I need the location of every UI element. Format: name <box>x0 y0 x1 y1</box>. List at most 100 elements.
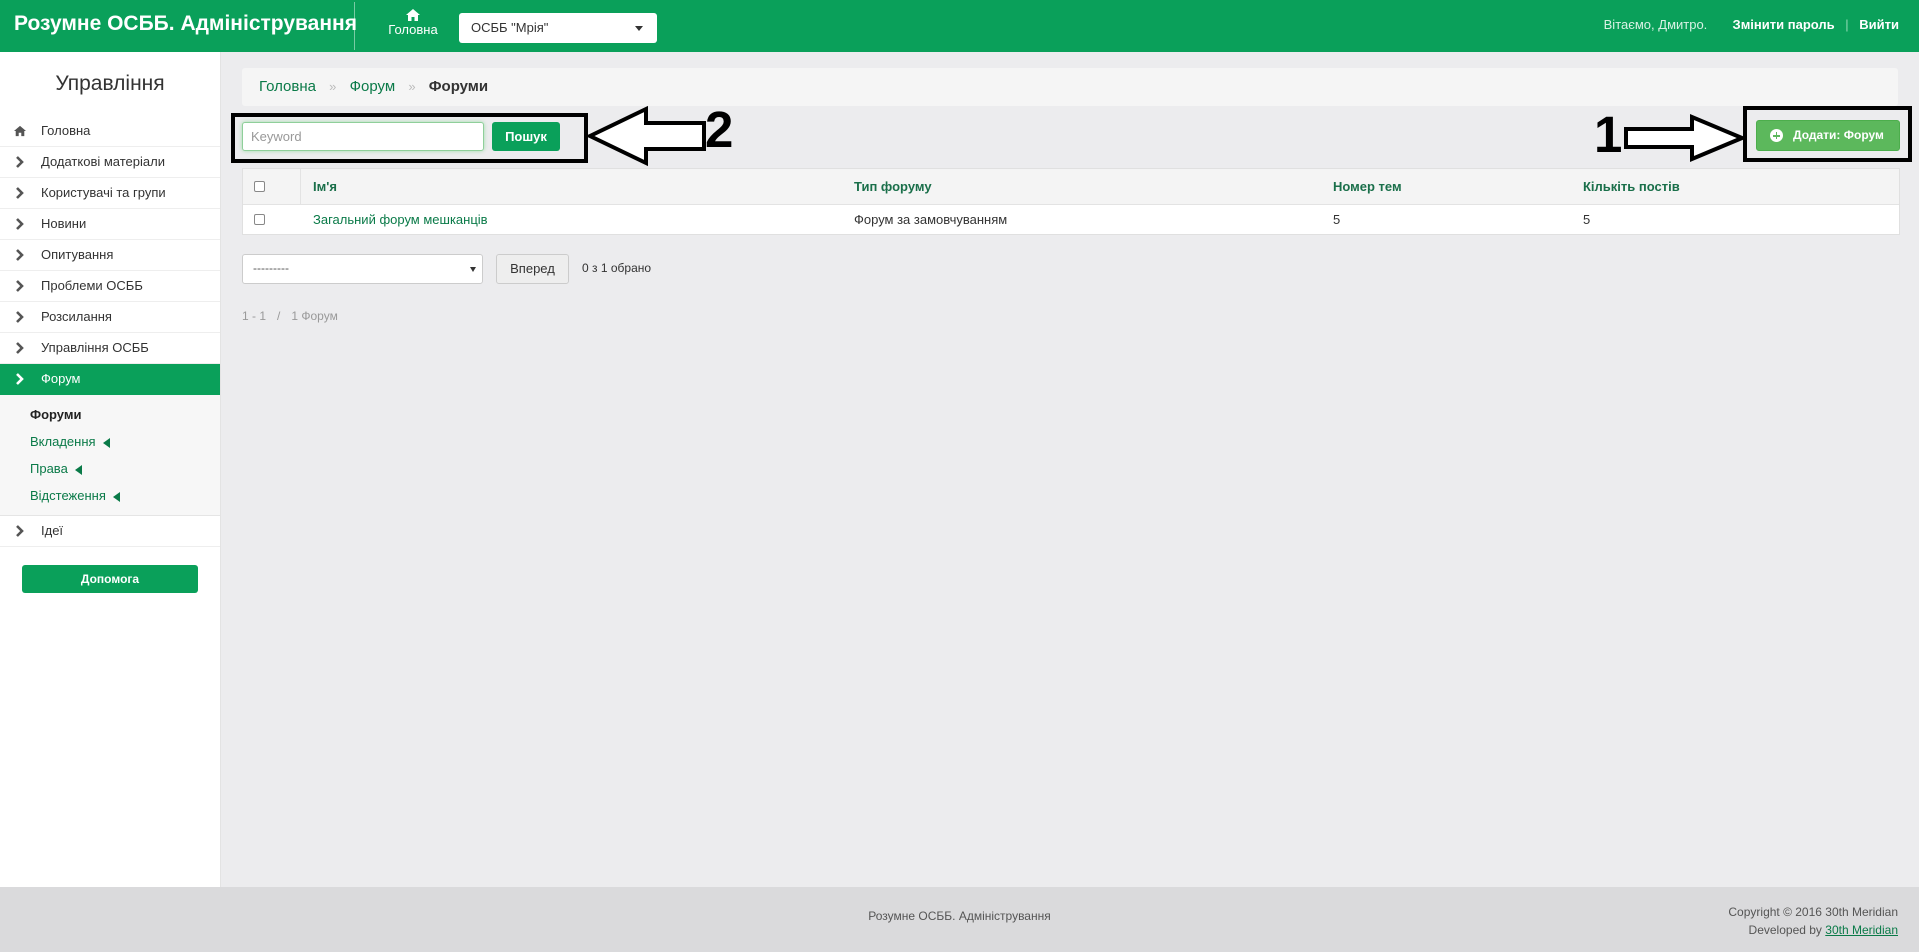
pagination-info: 1 - 1 / 1 Форум <box>242 309 338 323</box>
triangle-left-icon <box>102 437 110 448</box>
osbb-select[interactable]: ОСББ "Мрія" <box>459 13 657 43</box>
search-input[interactable] <box>242 122 484 151</box>
sidebar-item-label: Форум <box>41 371 81 386</box>
osbb-select-value: ОСББ "Мрія" <box>471 20 549 35</box>
breadcrumb: Головна » Форум » Форуми <box>242 68 1898 106</box>
sidebar: Управління Головна Додаткові матеріали К… <box>0 52 221 887</box>
forum-submenu: Форуми Вкладення Права Відстеження <box>0 395 220 516</box>
footer-credits: Copyright © 2016 30th Meridian Developed… <box>1728 903 1898 939</box>
navbar-divider <box>354 2 355 50</box>
developer-link[interactable]: 30th Meridian <box>1825 923 1898 937</box>
sidebar-item-label: Розсилання <box>41 309 112 324</box>
forums-table: Ім'я Тип форуму Номер тем Кількіть пості… <box>242 168 1900 235</box>
pagination-total: 1 Форум <box>291 309 338 323</box>
sidebar-item-users-groups[interactable]: Користувачі та групи <box>0 178 220 209</box>
footer-copyright: Copyright © 2016 30th Meridian <box>1728 905 1898 919</box>
submenu-item-tracking[interactable]: Відстеження <box>0 482 220 509</box>
forum-posts-cell: 5 <box>1583 212 1591 227</box>
sidebar-item-label: Головна <box>41 123 91 138</box>
caret-down-icon <box>470 267 476 272</box>
pagination-range: 1 - 1 <box>242 309 267 323</box>
annotation-number-1: 1 <box>1594 106 1623 163</box>
selected-count: 0 з 1 обрано <box>582 261 652 275</box>
forum-name-link[interactable]: Загальний форум мешканців <box>313 205 488 234</box>
table-header: Ім'я Тип форуму Номер тем Кількіть пості… <box>243 169 1899 205</box>
submenu-item-forums[interactable]: Форуми <box>0 401 220 428</box>
triangle-left-icon <box>112 491 120 502</box>
select-all-checkbox[interactable] <box>254 181 265 192</box>
go-button[interactable]: Вперед <box>496 254 569 284</box>
sidebar-title: Управління <box>55 72 165 95</box>
sidebar-item-osbb-management[interactable]: Управління ОСББ <box>0 333 220 364</box>
sidebar-item-additional-materials[interactable]: Додаткові матеріали <box>0 147 220 178</box>
breadcrumb-forum[interactable]: Форум <box>350 78 396 95</box>
column-header-name[interactable]: Ім'я <box>313 169 337 204</box>
pagination-separator: / <box>277 309 281 323</box>
sidebar-item-label: Проблеми ОСББ <box>41 278 143 293</box>
column-header-topics[interactable]: Номер тем <box>1333 169 1402 204</box>
top-navbar: Розумне ОСББ. Адміністрування Головна ОС… <box>0 0 1919 52</box>
submenu-item-label: Форуми <box>30 407 82 422</box>
caret-down-icon <box>635 26 643 31</box>
submenu-item-attachments[interactable]: Вкладення <box>0 428 220 455</box>
chevron-right-icon <box>16 280 24 292</box>
footer: Розумне ОСББ. Адміністрування Copyright … <box>0 887 1919 952</box>
chevron-right-icon <box>16 187 24 199</box>
chevron-right-icon <box>16 525 24 537</box>
home-nav-link[interactable]: Головна <box>386 9 440 37</box>
submenu-item-label: Відстеження <box>30 488 106 503</box>
annotation-number-2: 2 <box>705 101 734 158</box>
home-nav-label: Головна <box>388 22 438 37</box>
chevron-right-icon <box>16 218 24 230</box>
breadcrumb-current: Форуми <box>428 78 489 95</box>
triangle-left-icon <box>74 464 82 475</box>
help-button[interactable]: Допомога <box>22 565 198 593</box>
home-icon <box>14 125 26 137</box>
chevron-right-icon <box>16 249 24 261</box>
sidebar-item-label: Додаткові матеріали <box>41 154 165 169</box>
sidebar-item-news[interactable]: Новини <box>0 209 220 240</box>
sidebar-item-label: Управління ОСББ <box>41 340 149 355</box>
row-checkbox[interactable] <box>254 214 265 225</box>
submenu-item-permissions[interactable]: Права <box>0 455 220 482</box>
sidebar-item-mailing[interactable]: Розсилання <box>0 302 220 333</box>
sidebar-item-problems[interactable]: Проблеми ОСББ <box>0 271 220 302</box>
brand-title[interactable]: Розумне ОСББ. Адміністрування <box>14 12 357 36</box>
footer-title: Розумне ОСББ. Адміністрування <box>868 909 1051 923</box>
sidebar-item-label: Новини <box>41 216 87 231</box>
change-password-link[interactable]: Змінити пароль <box>1733 17 1835 32</box>
forum-topics-cell: 5 <box>1333 212 1341 227</box>
plus-circle-icon <box>1770 129 1783 142</box>
sidebar-item-label: Опитування <box>41 247 114 262</box>
table-row: Загальний форум мешканців Форум за замов… <box>243 205 1899 234</box>
submenu-item-label: Вкладення <box>30 434 96 449</box>
sidebar-item-label: Користувачі та групи <box>41 185 166 200</box>
user-links-separator: | <box>1845 17 1849 32</box>
forum-type-cell: Форум за замовчуванням <box>854 212 1008 227</box>
chevron-right-icon <box>16 342 24 354</box>
breadcrumb-home[interactable]: Головна <box>259 78 316 95</box>
column-divider <box>300 169 301 204</box>
bulk-action-select[interactable]: --------- <box>242 254 483 284</box>
breadcrumb-separator: » <box>329 79 337 94</box>
submenu-item-label: Права <box>30 461 68 476</box>
footer-developed-label: Developed by <box>1748 923 1822 937</box>
chevron-right-icon <box>16 311 24 323</box>
column-header-posts[interactable]: Кількіть постів <box>1583 169 1680 204</box>
search-button[interactable]: Пошук <box>492 122 560 151</box>
sidebar-item-home[interactable]: Головна <box>0 116 220 147</box>
add-forum-button[interactable]: Додати: Форум <box>1756 120 1900 151</box>
sidebar-item-polls[interactable]: Опитування <box>0 240 220 271</box>
sidebar-item-forum[interactable]: Форум <box>0 364 220 395</box>
footer-developed: Developed by 30th Meridian <box>1728 921 1898 939</box>
sidebar-item-ideas[interactable]: Ідеї <box>0 516 220 547</box>
user-greeting: Вітаємо, Дмитро. <box>1603 17 1708 32</box>
annotation-arrow-left-icon <box>588 105 706 167</box>
user-area: Вітаємо, Дмитро. Змінити пароль | Вийти <box>1604 17 1899 32</box>
bulk-action-value: --------- <box>253 261 289 275</box>
home-icon <box>406 9 420 21</box>
logout-link[interactable]: Вийти <box>1859 17 1899 32</box>
chevron-right-icon <box>16 373 24 385</box>
add-forum-button-label: Додати: Форум <box>1793 128 1884 142</box>
column-header-type[interactable]: Тип форуму <box>854 169 932 204</box>
